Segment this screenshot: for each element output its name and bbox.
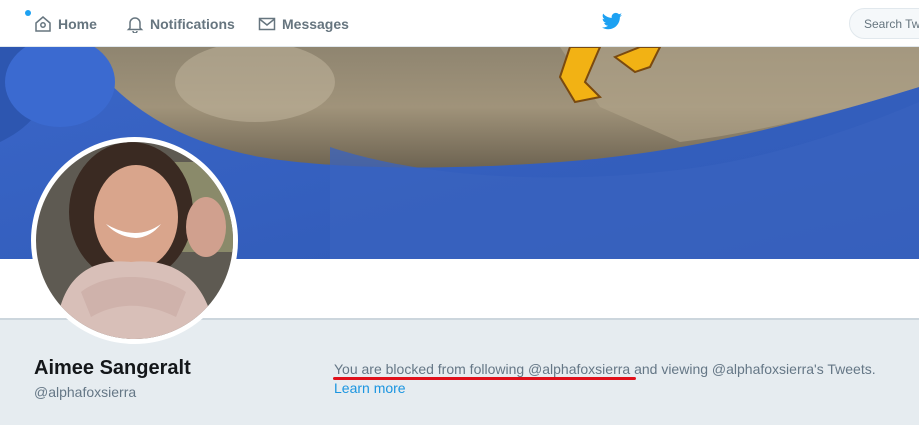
top-navigation-bar: Home Notifications Messages Search Twitt… — [0, 0, 919, 47]
nav-messages[interactable]: Messages — [258, 0, 349, 47]
envelope-icon — [258, 17, 276, 30]
nav-home-label: Home — [58, 15, 97, 32]
nav-messages-label: Messages — [282, 15, 349, 32]
home-new-indicator-dot — [25, 10, 31, 16]
bell-icon — [126, 16, 144, 33]
nav-notifications[interactable]: Notifications — [126, 0, 235, 47]
home-icon — [35, 15, 51, 32]
search-input[interactable]: Search Twitter — [849, 8, 919, 39]
avatar-photo — [36, 142, 233, 339]
profile-handle[interactable]: @alphafoxsierra — [34, 384, 136, 400]
blocked-notice: You are blocked from following @alphafox… — [334, 361, 876, 377]
learn-more-link[interactable]: Learn more — [334, 380, 406, 396]
profile-name: Aimee Sangeralt — [34, 357, 191, 379]
nav-notifications-label: Notifications — [150, 15, 235, 32]
nav-home[interactable]: Home — [34, 0, 97, 47]
twitter-bird-logo-icon[interactable] — [601, 12, 623, 32]
avatar[interactable] — [31, 137, 238, 344]
